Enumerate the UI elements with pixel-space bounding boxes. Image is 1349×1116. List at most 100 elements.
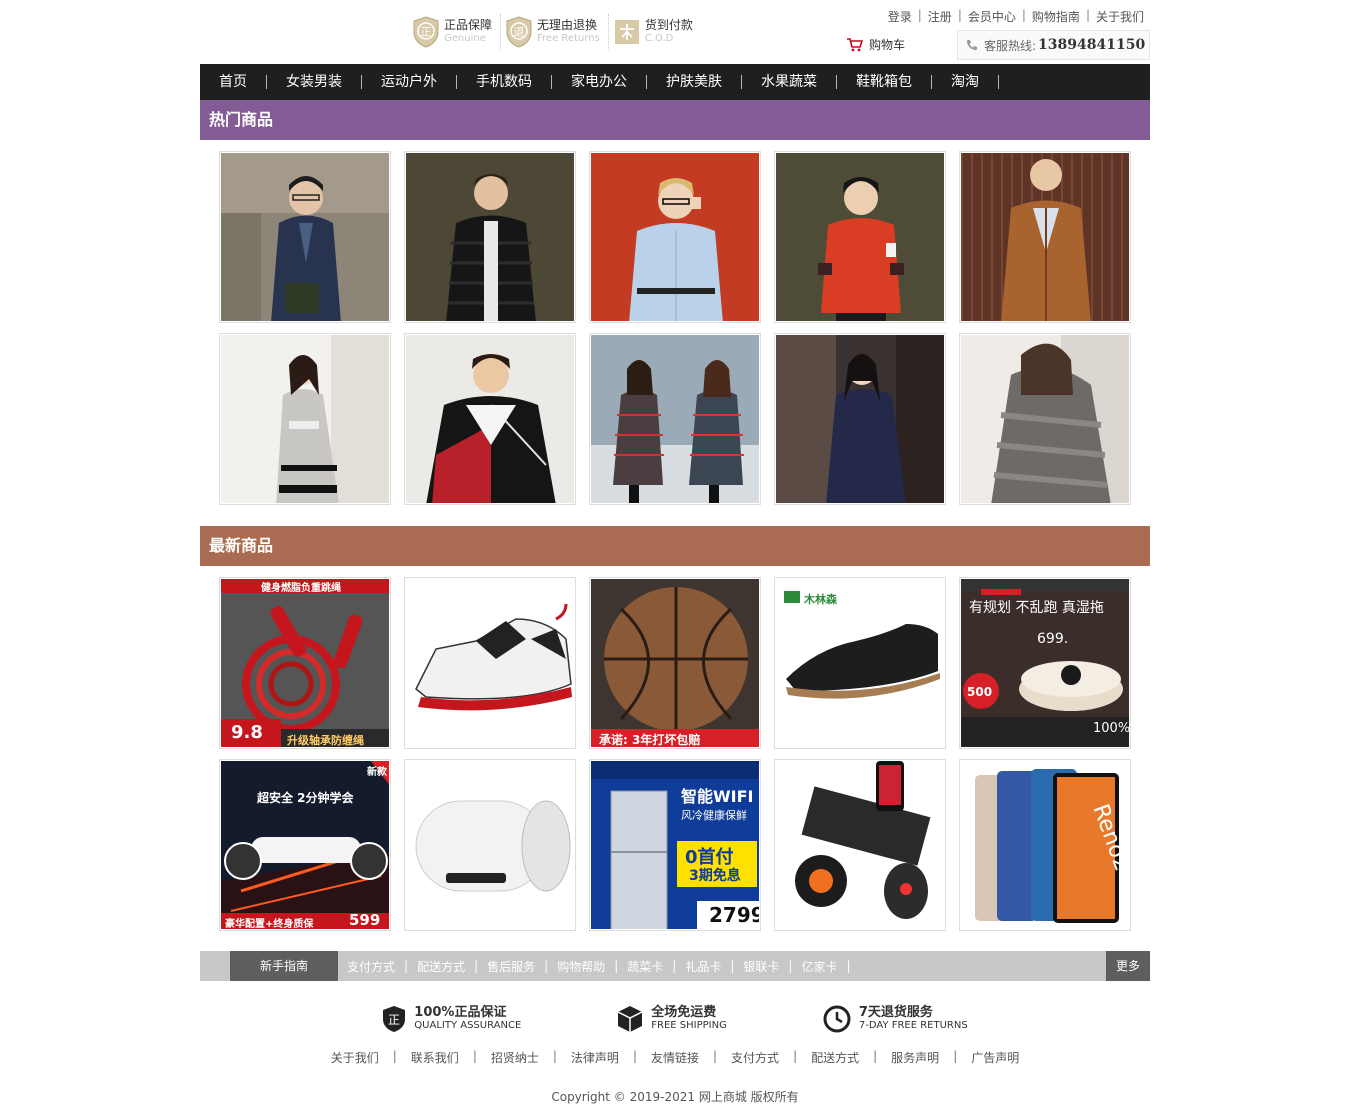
copyright: Copyright © 2019-2021 网上商城 版权所有 bbox=[551, 1090, 799, 1104]
footer-link[interactable]: 支付方式 bbox=[717, 1049, 793, 1066]
product-card[interactable]: 超安全 2分钟学会 新款 豪华配置+终身质保 599 bbox=[219, 759, 391, 931]
promise-sub: Free Returns bbox=[537, 33, 600, 44]
separator: | bbox=[957, 8, 962, 22]
guarantee-label: 7天退货服务 bbox=[858, 1005, 933, 1020]
genuine-badge-icon: 正 bbox=[383, 1006, 406, 1032]
footer-link[interactable]: 服务声明 bbox=[877, 1049, 953, 1066]
product-card[interactable] bbox=[404, 151, 576, 323]
clock-icon bbox=[823, 1005, 851, 1033]
help-link[interactable]: 银联卡 bbox=[734, 958, 788, 975]
nav-item-shoes-bags[interactable]: 鞋靴箱包 bbox=[837, 64, 931, 100]
product-card[interactable] bbox=[774, 151, 946, 323]
guarantee-label: 全场免运费 bbox=[651, 1005, 717, 1020]
product-card[interactable] bbox=[219, 151, 391, 323]
nav-item-skincare[interactable]: 护肤美肤 bbox=[647, 64, 741, 100]
product-card[interactable] bbox=[404, 759, 576, 931]
promise-label: 货到付款 bbox=[644, 18, 693, 32]
rope-price-label: 9.8 bbox=[231, 722, 263, 743]
help-link[interactable]: 亿家卡 bbox=[792, 958, 846, 975]
product-card[interactable]: 木林森 bbox=[774, 577, 946, 749]
help-link[interactable]: 礼品卡 bbox=[676, 958, 730, 975]
promise-returns: 退 无理由退换 Free Returns bbox=[505, 14, 609, 50]
product-image bbox=[591, 153, 759, 321]
cart-icon bbox=[847, 37, 863, 51]
footer-link[interactable]: 法律声明 bbox=[557, 1049, 633, 1066]
product-card[interactable] bbox=[219, 333, 391, 505]
latest-products-grid: 健身燃脂负重跳绳 9.8 升级轴承防缠绳 承诺: 3年打坏包赔 木林森 有规划 … bbox=[200, 566, 1150, 931]
product-card[interactable] bbox=[959, 333, 1131, 505]
product-image bbox=[776, 335, 944, 503]
separator: | bbox=[846, 959, 851, 973]
footer-link[interactable]: 招贤纳士 bbox=[477, 1049, 553, 1066]
separator: | bbox=[917, 8, 922, 22]
register-link[interactable]: 注册 bbox=[928, 8, 952, 25]
help-link[interactable]: 购物帮助 bbox=[548, 958, 614, 975]
product-card[interactable] bbox=[404, 333, 576, 505]
shopping-guide-link[interactable]: 购物指南 bbox=[1032, 8, 1080, 25]
rope-title-label: 健身燃脂负重跳绳 bbox=[261, 583, 341, 594]
ball-tag-label: 承诺: 3年打坏包赔 bbox=[599, 733, 701, 747]
product-card[interactable]: 承诺: 3年打坏包赔 bbox=[589, 577, 761, 749]
product-image bbox=[406, 335, 574, 503]
svg-text:退: 退 bbox=[514, 26, 525, 39]
footer-link[interactable]: 友情链接 bbox=[637, 1049, 713, 1066]
robot-price-label: 699. bbox=[1037, 631, 1069, 647]
nav-item-taotao[interactable]: 淘淘 bbox=[932, 64, 998, 100]
product-card[interactable] bbox=[959, 151, 1131, 323]
product-image bbox=[221, 153, 389, 321]
nav-item-apparel[interactable]: 女装男装 bbox=[267, 64, 361, 100]
cart-link[interactable]: 购物车 bbox=[846, 36, 905, 53]
nav-item-produce[interactable]: 水果蔬菜 bbox=[742, 64, 836, 100]
cart-label: 购物车 bbox=[869, 38, 906, 52]
product-image: 有规划 不乱跑 真湿拖 699. 500 100% bbox=[961, 579, 1129, 747]
member-center-link[interactable]: 会员中心 bbox=[968, 8, 1016, 25]
cod-icon bbox=[613, 16, 641, 48]
scooter-badge-label: 新款 bbox=[367, 767, 387, 778]
genuine-shield-icon: 正 bbox=[412, 16, 440, 48]
product-card[interactable] bbox=[589, 333, 761, 505]
nav-item-home[interactable]: 首页 bbox=[200, 64, 266, 100]
nav-item-digital[interactable]: 手机数码 bbox=[457, 64, 551, 100]
product-card[interactable] bbox=[589, 151, 761, 323]
footer-link[interactable]: 配送方式 bbox=[797, 1049, 873, 1066]
product-image: 智能WIFI 风冷健康保鲜 0首付 3期免息 2799 bbox=[591, 761, 759, 929]
footer-link[interactable]: 联系我们 bbox=[397, 1049, 473, 1066]
nav-item-appliances[interactable]: 家电办公 bbox=[552, 64, 646, 100]
product-image bbox=[406, 761, 574, 929]
footer-link[interactable]: 关于我们 bbox=[317, 1049, 393, 1066]
more-button[interactable]: 更多 bbox=[1106, 951, 1150, 981]
help-bar: 新手指南 支付方式 | 配送方式 | 售后服务 | 购物帮助 | 蔬菜卡 | 礼品卡 | 银… bbox=[200, 951, 1150, 981]
phone-icon bbox=[967, 40, 977, 50]
help-link[interactable]: 配送方式 bbox=[408, 958, 474, 975]
help-first-tab[interactable]: 新手指南 bbox=[230, 951, 338, 981]
help-link[interactable]: 蔬菜卡 bbox=[618, 958, 672, 975]
about-us-link[interactable]: 关于我们 bbox=[1096, 8, 1144, 25]
promise-label: 无理由退换 bbox=[537, 18, 598, 32]
product-card[interactable] bbox=[404, 577, 576, 749]
product-card[interactable]: 智能WIFI 风冷健康保鲜 0首付 3期免息 2799 bbox=[589, 759, 761, 931]
hot-products-grid bbox=[200, 140, 1150, 505]
guarantee-sub: 7-DAY FREE RETURNS bbox=[858, 1020, 968, 1031]
login-link[interactable]: 登录 bbox=[888, 8, 912, 25]
top-links: 登录 | 注册 | 会员中心 | 购物指南 | 关于我们 bbox=[888, 8, 1144, 25]
nav-divider bbox=[998, 75, 999, 89]
guarantee-item: 全场免运费 FREE SHIPPING bbox=[617, 1003, 727, 1035]
product-card[interactable] bbox=[774, 333, 946, 505]
product-card[interactable]: 健身燃脂负重跳绳 9.8 升级轴承防缠绳 bbox=[219, 577, 391, 749]
product-card[interactable]: Reno2 bbox=[959, 759, 1131, 931]
robot-badge-label: 500 bbox=[967, 685, 993, 699]
free-returns-shield-icon: 退 bbox=[505, 16, 533, 48]
promise-label: 正品保障 bbox=[444, 18, 493, 32]
promise-cod: 货到付款 C.O.D bbox=[613, 14, 701, 50]
product-card[interactable]: 有规划 不乱跑 真湿拖 699. 500 100% bbox=[959, 577, 1131, 749]
help-link[interactable]: 售后服务 bbox=[478, 958, 544, 975]
promise-sub: Genuine bbox=[444, 33, 486, 44]
product-card[interactable] bbox=[774, 759, 946, 931]
separator: | bbox=[1021, 8, 1026, 22]
rope-tag-label: 升级轴承防缠绳 bbox=[287, 734, 364, 747]
footer-link[interactable]: 广告声明 bbox=[957, 1049, 1033, 1066]
promise-sub: C.O.D bbox=[644, 33, 674, 44]
help-link[interactable]: 支付方式 bbox=[338, 958, 404, 975]
footer-links: 关于我们 | 联系我们 | 招贤纳士 | 法律声明 | 友情链接 | 支付方式 | 配送方式… bbox=[200, 1049, 1150, 1066]
nav-item-sports[interactable]: 运动户外 bbox=[362, 64, 456, 100]
